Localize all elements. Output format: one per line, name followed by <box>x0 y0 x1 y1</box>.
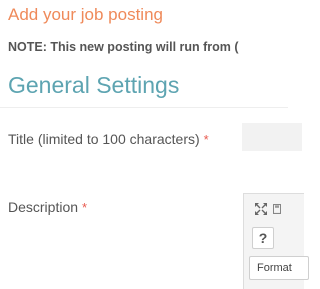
title-input[interactable] <box>242 123 302 151</box>
fullscreen-button[interactable] <box>250 198 272 220</box>
section-divider <box>0 107 288 108</box>
posting-note: NOTE: This new posting will run from ( <box>8 40 239 54</box>
save-button[interactable] <box>272 198 282 220</box>
description-editor[interactable]: ? Format <box>243 193 309 289</box>
description-field-label: Description * <box>8 199 87 215</box>
title-field-label: Title (limited to 100 characters) * <box>8 131 209 147</box>
section-title: General Settings <box>8 72 180 98</box>
required-mark: * <box>203 132 209 147</box>
title-label-text: Title (limited to 100 characters) <box>8 131 200 147</box>
save-icon <box>273 204 281 214</box>
required-mark: * <box>82 200 88 215</box>
format-dropdown[interactable]: Format <box>249 256 309 280</box>
description-label-text: Description <box>8 199 79 215</box>
help-button[interactable]: ? <box>252 227 274 249</box>
expand-arrows-icon <box>255 203 267 215</box>
page-title: Add your job posting <box>8 5 163 24</box>
